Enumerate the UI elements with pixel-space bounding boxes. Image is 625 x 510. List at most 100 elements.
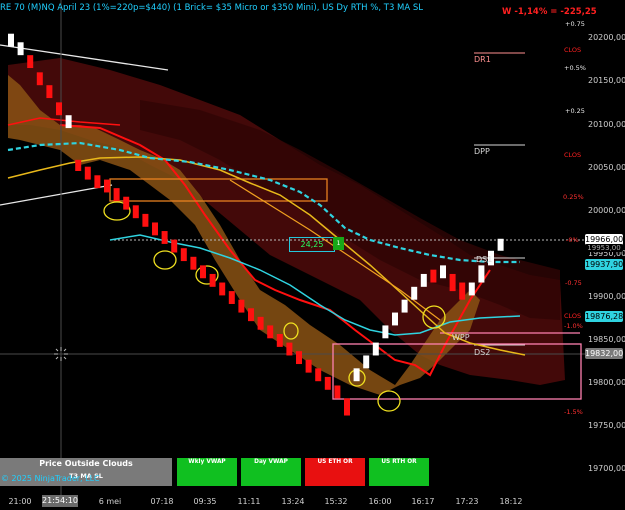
renko-brick [180,248,187,262]
signal-circle [153,250,177,270]
renko-brick [36,72,43,86]
renko-brick [248,308,254,322]
cyan-band-price-label: 19937,90 [585,259,624,270]
pct-label: +0.75 [565,20,585,28]
renko-brick [171,239,178,253]
renko-brick [334,385,341,399]
chart-title: RE 70 (M)NQ April 23 (1%=220p=$440) (1 B… [0,3,424,13]
renko-brick [497,238,504,251]
dpp-label: DPP [474,147,490,156]
renko-brick [104,179,110,193]
renko-brick [305,359,312,373]
renko-brick [161,231,168,244]
pct-label: -1.5% [564,408,583,416]
renko-brick [65,115,72,129]
renko-brick [324,376,331,390]
renko-brick [94,175,101,189]
tick-count-box: 24,25 [289,237,335,252]
renko-brick [190,256,197,270]
y-tick: 20100,00 [588,120,625,129]
renko-brick [449,273,456,292]
ds1-label: DS1 [476,255,493,264]
renko-brick [420,273,427,287]
cursor-price-label: 19832,00 [585,348,624,359]
clos-label: CLOS [564,151,582,159]
renko-brick [75,159,82,171]
x-tick: 13:24 [281,497,305,506]
cyan-ma-price-label: 19876,28 [585,311,624,322]
day-vwap-button[interactable]: Day VWAP [241,458,301,486]
y-tick: 19750,00 [588,421,625,430]
renko-brick [478,265,485,283]
tick-count-marker: 1 [333,237,344,250]
wkly-vwap-button[interactable]: Wkly VWAP [177,458,237,486]
renko-brick [296,351,302,365]
renko-brick [353,368,360,382]
pct-label: -0.75 [565,279,582,287]
price-outside-clouds-label: Price Outside Clouds [39,459,133,468]
pct-label: +0.25 [565,107,585,115]
wpp-label: WPP [452,333,470,342]
renko-brick [238,299,245,313]
us-rth-or-button[interactable]: US RTH OR [369,458,429,486]
renko-brick [411,286,418,300]
renko-price-chart[interactable] [0,0,625,510]
pct-label: -1.0% [564,322,583,330]
renko-brick [84,166,91,180]
renko-brick [344,398,350,416]
renko-brick [430,269,437,283]
y-tick: 19700,00 [588,464,625,473]
clos-label: CLOS [564,312,582,320]
change-readout: W -1,14% = -225,25 [502,7,597,17]
x-tick: 15:32 [324,497,348,506]
renko-brick [468,282,475,296]
dotted-price-label: 19953,00 [585,244,623,252]
renko-brick [382,325,389,339]
y-tick: 19800,00 [588,378,625,387]
renko-brick [200,265,206,279]
renko-brick [392,312,398,326]
y-tick: 20150,00 [588,76,625,85]
renko-brick [8,33,14,47]
renko-brick [56,102,62,116]
renko-brick [132,205,139,219]
copyright: © 2025 NinjaTrader, LLC [1,474,100,483]
renko-brick [257,316,264,330]
clos-label: CLOS [564,46,582,54]
x-tick: 11:11 [237,497,261,506]
renko-brick [286,342,293,356]
cursor-time-label: 21:54:10 [42,495,78,507]
pct-label: -0% [566,236,579,244]
renko-brick [209,273,216,287]
y-tick: 19850,00 [588,335,625,344]
x-tick: 21:00 [8,497,32,506]
ds2-label: DS2 [474,348,491,357]
renko-brick [113,188,120,202]
x-tick: 07:18 [150,497,174,506]
pct-label: 0.25% [563,193,584,201]
renko-brick [46,85,53,99]
x-tick: 09:35 [193,497,217,506]
x-tick: 18:12 [499,497,523,506]
renko-brick [401,299,408,313]
x-tick: 16:00 [368,497,392,506]
x-tick: 6 mei [98,497,122,506]
renko-brick [142,213,149,227]
y-tick: 20200,00 [588,33,625,42]
y-tick: 20000,00 [588,206,625,215]
dr1-label: DR1 [474,55,491,64]
renko-brick [440,265,446,279]
y-tick: 19900,00 [588,292,625,301]
x-tick: 16:17 [411,497,435,506]
renko-brick [219,282,226,296]
renko-brick [267,325,274,339]
renko-brick [363,355,370,369]
renko-brick [123,196,130,210]
renko-brick [315,368,322,382]
y-tick: 20050,00 [588,163,625,172]
renko-brick [459,282,466,300]
signal-circle [377,390,401,412]
us-eth-or-button[interactable]: US ETH OR [305,458,365,486]
renko-brick [372,342,379,356]
x-tick: 17:23 [455,497,479,506]
